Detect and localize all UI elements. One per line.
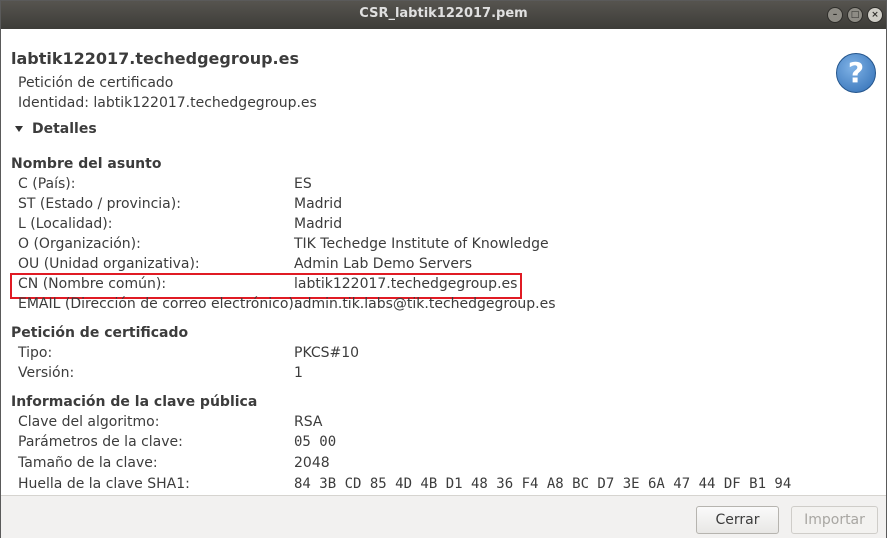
field-label: O (Organización):: [18, 236, 141, 252]
page-title: labtik122017.techedgegroup.es: [11, 49, 299, 68]
close-icon[interactable]: ×: [867, 7, 883, 23]
field-value: ES: [294, 176, 312, 192]
field-label: Clave del algoritmo:: [18, 414, 160, 430]
section-heading-subject: Nombre del asunto: [11, 156, 162, 172]
field-label: ST (Estado / provincia):: [18, 196, 181, 212]
field-label: Tipo:: [18, 345, 53, 361]
field-label: EMAIL (Dirección de correo electrónico):: [18, 296, 299, 312]
details-expander[interactable]: Detalles: [32, 121, 97, 137]
window-title: CSR_labtik122017.pem: [359, 6, 528, 21]
dialog-button-bar: Cerrar Importar: [1, 495, 886, 538]
expander-arrow-icon[interactable]: [15, 126, 23, 132]
help-icon[interactable]: ?: [836, 53, 876, 93]
field-label: Tamaño de la clave:: [18, 455, 158, 471]
section-heading-request: Petición de certificado: [11, 325, 189, 341]
import-button[interactable]: Importar: [791, 506, 878, 534]
certificate-dialog: CSR_labtik122017.pem – □ × labtik122017.…: [0, 0, 887, 538]
field-label: C (País):: [18, 176, 76, 192]
field-value: 84 3B CD 85 4D 4B D1 48 36 F4 A8 BC D7 3…: [294, 476, 792, 492]
minimize-icon[interactable]: –: [827, 7, 843, 23]
field-value: TIK Techedge Institute of Knowledge: [294, 236, 549, 252]
section-heading-public-key: Información de la clave pública: [11, 394, 258, 410]
title-bar[interactable]: CSR_labtik122017.pem – □ ×: [1, 1, 886, 29]
field-value: labtik122017.techedgegroup.es: [294, 276, 518, 292]
field-value: 2048: [294, 455, 330, 471]
field-value: PKCS#10: [294, 345, 360, 361]
field-value: RSA: [294, 414, 323, 430]
field-value: admin.tik.labs@tik.techedgegroup.es: [294, 296, 556, 312]
field-label: OU (Unidad organizativa):: [18, 256, 200, 272]
field-value: 05 00: [294, 434, 337, 450]
field-label: Parámetros de la clave:: [18, 434, 183, 450]
field-value: Madrid: [294, 216, 343, 232]
certificate-type: Petición de certificado: [18, 75, 174, 91]
certificate-content[interactable]: labtik122017.techedgegroup.es Petición d…: [1, 29, 886, 495]
maximize-icon[interactable]: □: [847, 7, 863, 23]
field-label: Versión:: [18, 365, 75, 381]
field-label: CN (Nombre común):: [18, 276, 167, 292]
close-button[interactable]: Cerrar: [696, 506, 779, 534]
field-value: 1: [294, 365, 303, 381]
field-label: Huella de la clave SHA1:: [18, 476, 190, 492]
certificate-identity: Identidad: labtik122017.techedgegroup.es: [18, 95, 317, 111]
field-value: Admin Lab Demo Servers: [294, 256, 473, 272]
field-value: Madrid: [294, 196, 343, 212]
field-label: L (Localidad):: [18, 216, 113, 232]
